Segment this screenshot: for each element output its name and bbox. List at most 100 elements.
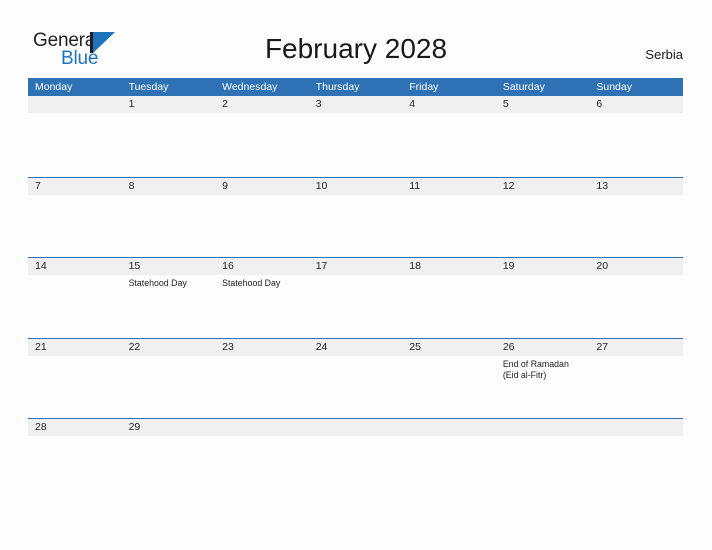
day-number: 4 [409,98,416,110]
calendar-day-cell[interactable]: 27 [589,339,683,420]
calendar-day-cell[interactable]: 29 [122,419,216,439]
page-header: General Blue February 2028 Serbia [0,0,712,76]
calendar-day-cell-empty [309,419,403,439]
day-number: 24 [315,340,328,353]
day-number: 2 [222,98,228,110]
day-number: 14 [35,260,47,272]
calendar-page: General Blue February 2028 Serbia Monday… [0,0,712,550]
calendar-day-cell[interactable]: 19 [496,258,590,339]
calendar-day-cell-empty [215,419,309,439]
calendar-day-cell[interactable]: 4 [402,96,496,177]
calendar-week-row: 21 22 23 24 25 26 End of Ramadan (Eid al-Fitr) 2… [28,337,683,420]
week-cells: 7 8 9 10 11 12 13 [28,178,683,259]
day-number: 3 [315,98,322,110]
calendar-day-cell[interactable]: 25 [402,339,496,420]
day-number: 1 [128,98,135,110]
day-number: 18 [409,260,421,272]
weekday-header-sunday: Sunday [596,81,632,93]
week-cells: 28 29 [28,419,683,439]
day-number: 12 [502,179,515,192]
day-number: 10 [315,179,328,192]
calendar-day-cell[interactable]: 21 [28,339,122,420]
weekday-header-monday: Monday [35,81,73,93]
day-number: 19 [502,260,515,272]
weekday-header-saturday: Saturday [502,81,545,93]
holiday-event-label: Statehood Day [128,278,187,288]
calendar-day-cell[interactable]: 14 [28,258,122,339]
day-number: 27 [596,340,609,353]
calendar-week-row: 14 15 Statehood Day 16 Statehood Day 17 18 19 20 [28,257,683,338]
day-number: 6 [596,98,603,110]
calendar-day-cell[interactable]: 20 [589,258,683,339]
calendar-day-cell[interactable]: 8 [122,178,216,259]
weekday-header-tuesday: Tuesday [128,81,169,93]
month-calendar: Monday Tuesday Wednesday Thursday Friday… [28,78,683,438]
day-number: 21 [35,340,47,353]
calendar-week-row: 1 2 3 4 5 6 [28,96,683,177]
calendar-week-row: 28 29 [28,418,683,438]
country-label: Serbia [645,47,683,62]
calendar-day-cell[interactable]: 5 [496,96,590,177]
calendar-week-row: 7 8 9 10 11 12 13 [28,176,683,259]
calendar-day-cell[interactable]: 24 [309,339,403,420]
day-number: 9 [222,179,228,192]
week-cells: 14 15 Statehood Day 16 Statehood Day 17 18 19 20 [28,258,683,339]
calendar-day-cell-empty [589,419,683,439]
calendar-day-cell[interactable]: 7 [28,178,122,259]
week-cells: 21 22 23 24 25 26 End of Ramadan (Eid al-Fitr) 2… [28,339,683,420]
weekday-header-wednesday: Wednesday [222,81,278,93]
day-number [503,419,590,436]
calendar-day-cell[interactable]: 2 [215,96,309,177]
weekday-header-thursday: Thursday [315,81,360,93]
day-number: 29 [128,421,141,433]
calendar-day-cell[interactable]: 13 [589,178,683,259]
weekday-header-friday: Friday [409,81,439,93]
day-number: 25 [409,340,421,353]
calendar-day-cell[interactable]: 18 [402,258,496,339]
calendar-day-cell[interactable]: 15 Statehood Day [122,258,216,339]
calendar-weeks: 1 2 3 4 5 6 7 8 9 10 11 12 13 14 15 Statehood Day 16 Stat… [28,96,683,438]
day-number: 20 [596,260,609,272]
calendar-day-cell[interactable]: 3 [309,96,403,177]
calendar-day-cell[interactable]: 23 [215,339,309,420]
day-number: 26 [502,340,515,353]
day-events: Statehood Day [129,278,216,290]
day-number: 28 [35,421,47,433]
calendar-day-cell[interactable]: 16 Statehood Day [215,258,309,339]
calendar-day-cell[interactable]: 1 [122,96,216,177]
holiday-event-label: End of Ramadan [502,358,569,369]
holiday-event-label: Statehood Day [222,278,281,288]
calendar-day-cell-empty [496,419,590,439]
week-cells: 1 2 3 4 5 6 [28,96,683,177]
calendar-day-cell[interactable]: 17 [309,258,403,339]
day-number: 15 [128,260,141,272]
calendar-day-cell[interactable]: 10 [309,178,403,259]
calendar-day-cell[interactable]: 12 [496,178,590,259]
calendar-day-cell[interactable]: 11 [402,178,496,259]
calendar-day-cell[interactable]: 6 [589,96,683,177]
day-number [409,419,496,436]
day-number: 22 [128,340,141,353]
day-number: 11 [409,179,421,192]
day-number: 16 [222,260,234,272]
day-number: 13 [596,179,609,192]
day-number [316,419,403,436]
calendar-day-cell-empty [402,419,496,439]
calendar-day-cell[interactable]: 9 [215,178,309,259]
calendar-day-cell-empty [28,96,122,177]
calendar-day-cell[interactable]: 28 [28,419,122,439]
calendar-day-cell[interactable]: 26 End of Ramadan (Eid al-Fitr) [496,339,590,420]
day-number [222,419,309,436]
day-events: End of Ramadan (Eid al-Fitr) [503,359,590,382]
day-number: 17 [315,260,328,272]
day-number: 5 [502,98,509,110]
day-events: Statehood Day [222,278,309,290]
day-number: 7 [35,179,41,192]
page-title: February 2028 [264,33,448,64]
day-number: 23 [222,340,234,353]
holiday-event-label: (Eid al-Fitr) [502,370,547,380]
calendar-day-cell[interactable]: 22 [122,339,216,420]
weekday-header-row: Monday Tuesday Wednesday Thursday Friday… [28,78,683,96]
day-number: 8 [128,179,135,192]
day-number [596,419,683,436]
